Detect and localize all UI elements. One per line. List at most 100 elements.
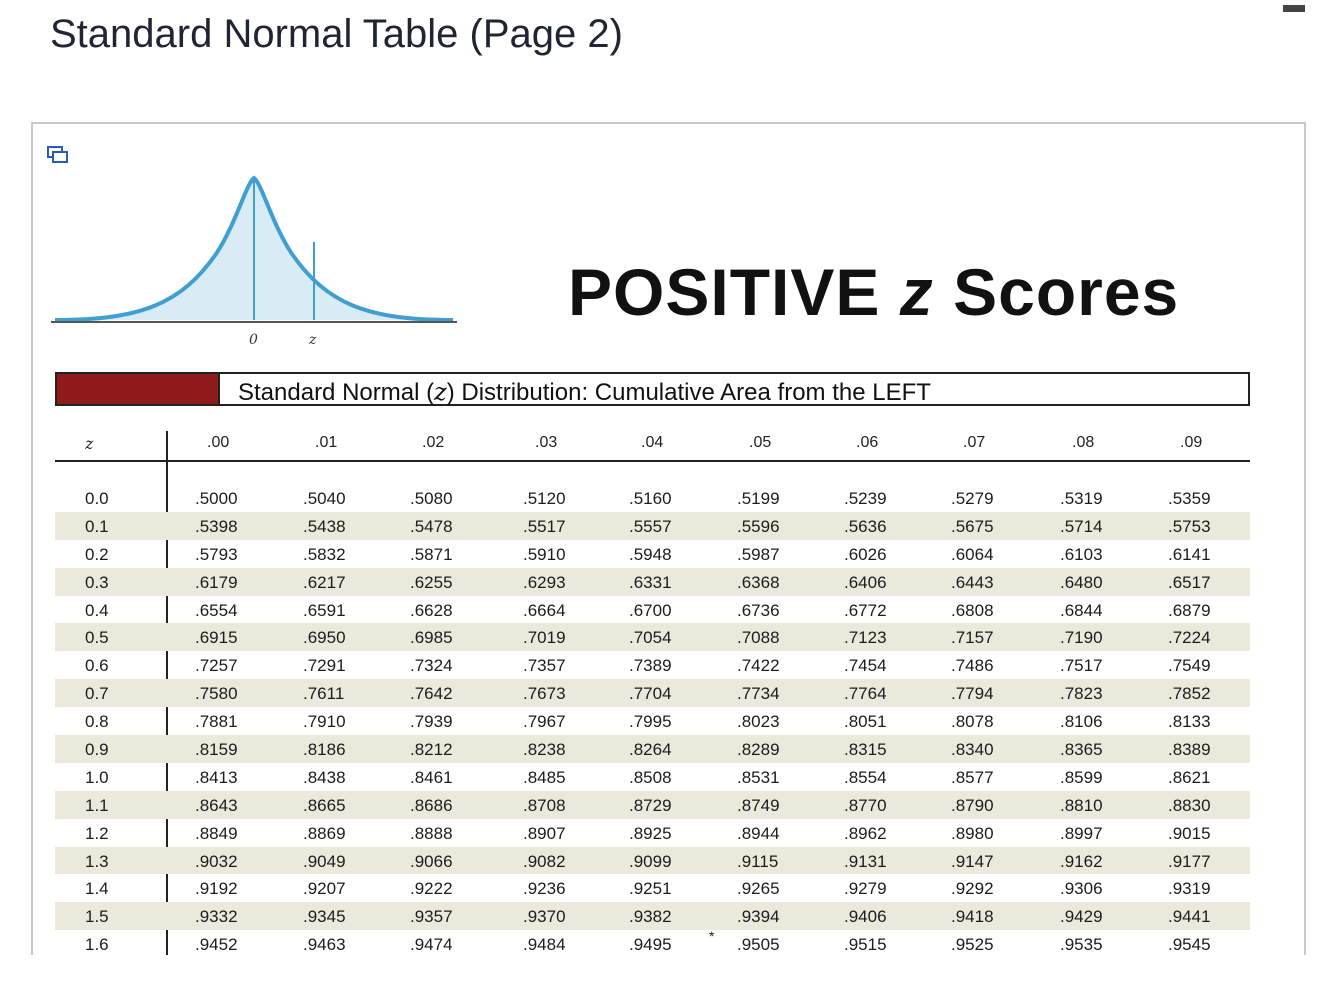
probability-cell: .6772 (844, 600, 887, 620)
probability-cell: .7910 (303, 712, 346, 732)
probability-cell: .5199 (737, 489, 780, 508)
probability-cell: .9115 (737, 851, 779, 871)
probability-cell: .5478 (410, 516, 453, 536)
probability-cell: .9015 (1168, 823, 1211, 843)
probability-cell: .8186 (303, 740, 346, 760)
table-row: 1.2 .8849 .8869 .8888 .8907 .8925 .8944 .8962 .8… (55, 819, 1250, 847)
column-header: .08 (1072, 434, 1095, 451)
probability-cell: .7019 (523, 628, 566, 648)
probability-cell: .6179 (195, 572, 238, 592)
probability-cell: .5120 (523, 489, 566, 508)
probability-cell: .8962 (844, 823, 887, 843)
probability-cell: .7764 (844, 684, 887, 704)
probability-cell: .5557 (629, 516, 672, 536)
probability-cell: .6591 (303, 600, 346, 620)
probability-cell: .6406 (844, 572, 887, 592)
probability-cell: .7088 (737, 628, 780, 648)
column-header: .05 (749, 434, 772, 451)
probability-cell: .8888 (410, 823, 453, 843)
z-value-cell: 1.0 (85, 767, 109, 787)
minimize-icon[interactable] (1283, 5, 1305, 12)
probability-cell: .9319 (1168, 879, 1211, 899)
probability-cell: .6736 (737, 600, 780, 620)
probability-cell: .7291 (303, 656, 346, 676)
probability-cell: .9535 (1060, 935, 1103, 955)
probability-cell: .8289 (737, 740, 780, 760)
table-row: 0.4 .6554 .6591 .6628 .6664 .6700 .6736 .6772 .6… (55, 596, 1250, 624)
table-row: 0.0 .5000 .5040 .5080 .5120 .5160 .5199 .5239 .5… (55, 484, 1250, 512)
probability-cell: .9207 (303, 879, 346, 899)
probability-cell: .9525 (951, 935, 994, 955)
probability-cell: .9099 (629, 851, 672, 871)
probability-cell: .9545 (1168, 935, 1211, 955)
probability-cell: .5636 (844, 516, 887, 536)
z-value-cell: 1.3 (85, 851, 109, 871)
probability-cell: .8997 (1060, 823, 1103, 843)
probability-cell: .6554 (195, 600, 238, 620)
expand-image-icon[interactable] (47, 146, 69, 164)
probability-cell: .8389 (1168, 740, 1211, 760)
banner-title: Standard Normal (z) Distribution: Cumula… (238, 378, 931, 406)
table-row: 1.4 .9192 .9207 .9222 .9236 .9251 .9265 .9279 .9… (55, 874, 1250, 902)
probability-cell: .7422 (737, 656, 780, 676)
probability-cell: .6664 (523, 600, 566, 620)
z-value-cell: 0.8 (85, 712, 109, 732)
probability-cell: .9332 (195, 907, 238, 927)
probability-cell: .8907 (523, 823, 566, 843)
positive-z-scores-heading: POSITIVE z Scores (568, 255, 1180, 329)
z-column-header: z (85, 434, 94, 453)
probability-cell: .5948 (629, 544, 672, 564)
probability-cell: .7454 (844, 656, 887, 676)
table-row: 0.1 .5398 .5438 .5478 .5517 .5557 .5596 .5636 .5… (55, 511, 1250, 540)
probability-cell: .5871 (410, 544, 453, 564)
normal-curve-illustration (51, 175, 457, 323)
probability-cell: .5987 (737, 544, 780, 564)
probability-cell: .8078 (951, 712, 994, 732)
probability-cell: .5714 (1060, 516, 1103, 536)
probability-cell: .8749 (737, 795, 780, 815)
probability-cell: .8980 (951, 823, 994, 843)
probability-cell: .9463 (303, 935, 346, 955)
probability-cell: .9049 (303, 851, 346, 871)
probability-cell: .7794 (951, 684, 994, 704)
probability-cell: .6103 (1060, 544, 1103, 564)
probability-cell: .5279 (951, 489, 994, 508)
probability-cell: .7852 (1168, 684, 1211, 704)
z-value-cell: 0.6 (85, 656, 109, 676)
probability-cell: .8708 (523, 795, 566, 815)
probability-cell: .9082 (523, 851, 566, 871)
probability-cell: .5910 (523, 544, 566, 564)
probability-cell: .7389 (629, 656, 672, 676)
probability-cell: .8508 (629, 767, 672, 787)
probability-cell: .8577 (951, 767, 994, 787)
probability-cell: .5040 (303, 489, 346, 508)
probability-cell: .5832 (303, 544, 346, 564)
probability-cell: .8159 (195, 740, 238, 760)
probability-cell: .9032 (195, 851, 238, 871)
probability-cell: .7939 (410, 712, 453, 732)
probability-cell: .8365 (1060, 740, 1103, 760)
probability-cell: .6950 (303, 628, 346, 648)
probability-cell: .9162 (1060, 851, 1103, 871)
probability-cell: .9147 (951, 851, 994, 871)
probability-cell: .9515 (844, 935, 887, 955)
probability-cell: .9505 (737, 935, 780, 955)
probability-cell: .5359 (1168, 489, 1211, 508)
probability-cell: .7190 (1060, 628, 1103, 648)
probability-cell: .8238 (523, 740, 566, 760)
probability-cell: .8554 (844, 767, 887, 787)
probability-cell: .9495 (629, 935, 672, 955)
probability-cell: .9484 (523, 935, 566, 955)
z-value-cell: 0.1 (85, 516, 109, 536)
probability-cell: .7224 (1168, 628, 1211, 648)
table-row: 0.7 .7580 .7611 .7642 .7673 .7704 .7734 .7764 .7… (55, 679, 1250, 708)
probability-cell: .6517 (1168, 572, 1211, 592)
probability-cell: .9452 (195, 935, 238, 955)
probability-cell: .6985 (410, 628, 453, 648)
probability-cell: .9418 (951, 907, 994, 927)
probability-cell: .9131 (844, 851, 887, 871)
table-banner: Standard Normal (z) Distribution: Cumula… (55, 372, 1250, 406)
column-header: .03 (535, 434, 558, 451)
probability-cell: .5596 (737, 516, 780, 536)
probability-cell: .8106 (1060, 712, 1103, 732)
